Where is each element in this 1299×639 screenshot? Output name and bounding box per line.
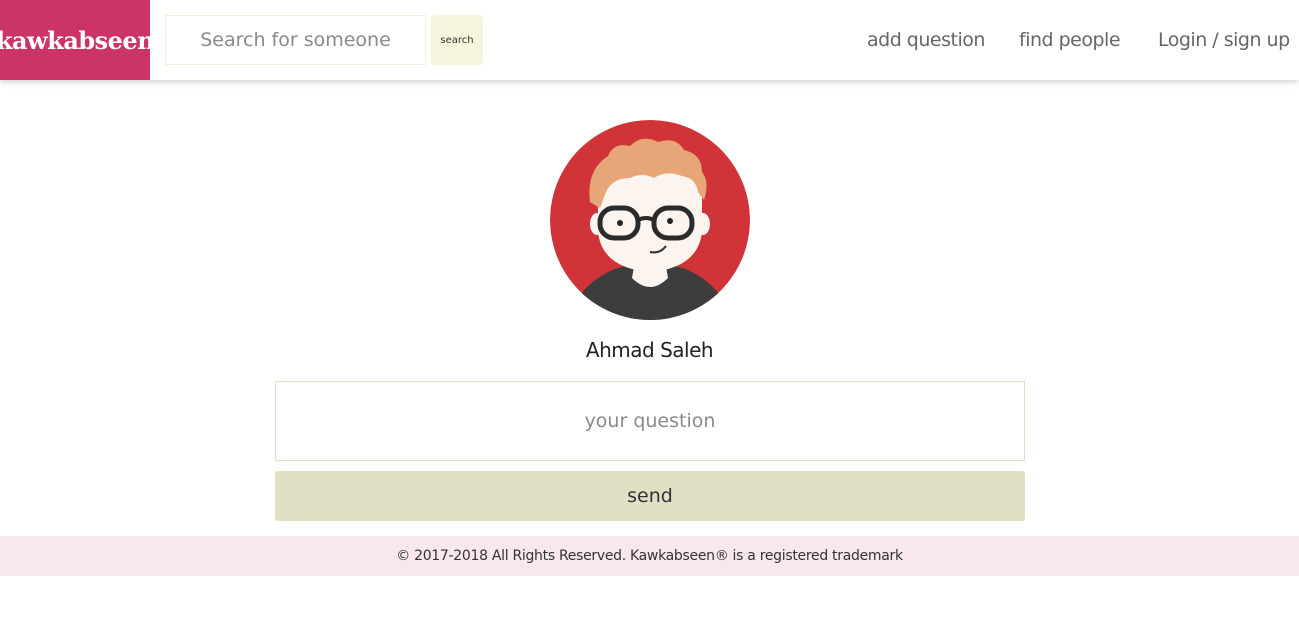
profile-avatar <box>550 120 750 320</box>
footer: © 2017-2018 All Rights Reserved. Kawkabs… <box>0 536 1299 576</box>
send-button[interactable]: send <box>275 471 1025 521</box>
brand-logo[interactable]: kawkabseen <box>0 0 155 80</box>
footer-copyright: © 2017-2018 All Rights Reserved. Kawkabs… <box>396 548 903 564</box>
search-input[interactable] <box>165 15 426 65</box>
avatar-illustration-icon <box>550 120 750 320</box>
nav-add-question-link[interactable]: add question <box>867 0 985 80</box>
profile-username: Ahmad Saleh <box>585 338 714 362</box>
nav-find-people-link[interactable]: find people <box>1019 0 1121 80</box>
question-input[interactable] <box>275 381 1025 461</box>
top-navbar: kawkabseen search add question find peop… <box>0 0 1299 80</box>
search-button[interactable]: search <box>431 15 483 65</box>
nav-login-signup-link[interactable]: Login / sign up <box>1158 0 1290 80</box>
